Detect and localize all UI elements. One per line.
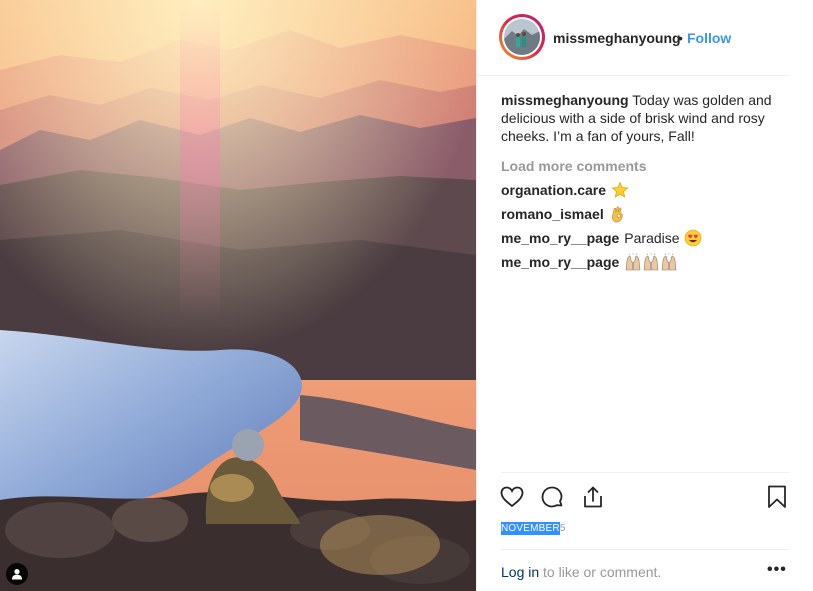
login-prompt: Log in to like or comment. — [501, 564, 661, 580]
heart-eyes-emoji — [684, 229, 702, 247]
comment-item: me_mo_ry__page — [501, 253, 791, 271]
raising-hands-emoji — [642, 253, 660, 271]
avatar-image — [504, 19, 540, 55]
comments-list: missmeghanyoung Today was golden and del… — [501, 91, 791, 271]
post-date-selected: NOVEMBER — [501, 522, 560, 535]
share-icon[interactable] — [580, 484, 606, 510]
caption-username[interactable]: missmeghanyoung — [501, 92, 629, 108]
comment-icon[interactable] — [539, 484, 565, 510]
comment-item: organation.care — [501, 181, 791, 199]
header-separator: • — [678, 30, 683, 46]
post-date-rest: 5 — [559, 523, 566, 534]
more-options-icon[interactable]: ••• — [767, 561, 787, 579]
post-photo[interactable] — [0, 0, 476, 591]
caption: missmeghanyoung Today was golden and del… — [501, 91, 791, 145]
load-more-comments-button[interactable]: Load more comments — [501, 157, 791, 175]
raising-hands-emoji — [660, 253, 678, 271]
star-emoji — [611, 181, 629, 199]
tagged-user-icon[interactable] — [6, 563, 28, 585]
login-prompt-text: to like or comment. — [543, 564, 662, 580]
comment-item: me_mo_ry__page Paradise — [501, 229, 791, 247]
avatar[interactable] — [499, 14, 545, 60]
post-date[interactable]: NOVEMBER5 — [501, 522, 566, 535]
raising-hands-emoji-group — [624, 253, 678, 271]
comment-username[interactable]: organation.care — [501, 181, 606, 199]
heart-icon[interactable] — [499, 484, 525, 510]
bookmark-icon[interactable] — [764, 484, 790, 510]
header-username[interactable]: missmeghanyoung — [553, 30, 681, 46]
avatar-image-frame — [502, 17, 542, 57]
comment-username[interactable]: me_mo_ry__page — [501, 253, 619, 271]
login-link[interactable]: Log in — [501, 564, 539, 580]
comment-item: romano_ismael — [501, 205, 791, 223]
comment-username[interactable]: me_mo_ry__page — [501, 229, 619, 247]
ok-hand-emoji — [609, 205, 627, 223]
follow-button[interactable]: Follow — [687, 30, 731, 46]
footer-divider — [501, 549, 789, 550]
post-header: missmeghanyoung • Follow — [477, 0, 789, 76]
comment-username[interactable]: romano_ismael — [501, 205, 604, 223]
post-side-panel: missmeghanyoung • Follow missmeghanyoung… — [476, 0, 813, 591]
comment-text: Paradise — [624, 230, 680, 246]
raising-hands-emoji — [624, 253, 642, 271]
actions-divider — [501, 472, 789, 473]
